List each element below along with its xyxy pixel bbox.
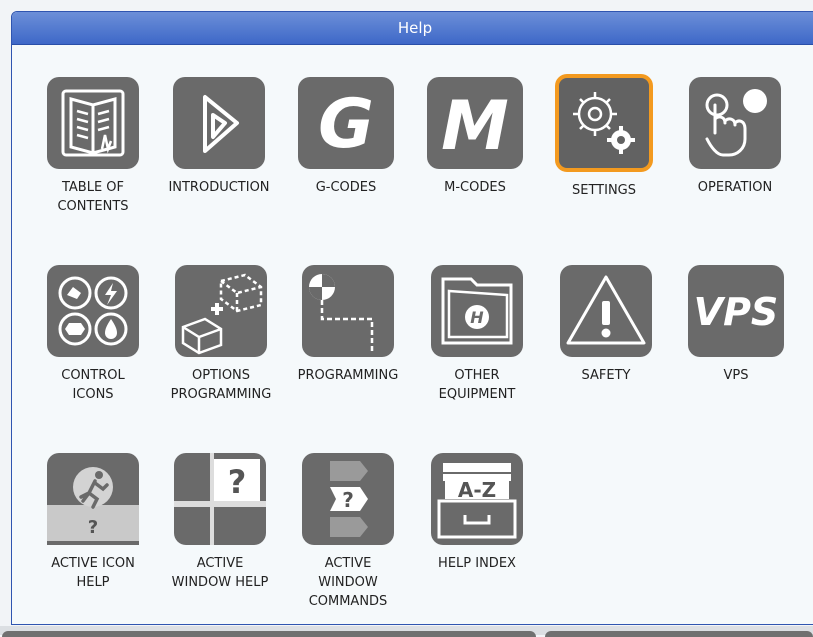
tile-label: SETTINGS <box>571 183 636 198</box>
tile-label: VPS <box>723 368 749 383</box>
tile-active-window-help[interactable]: ? ACTIVE WINDOW HELP <box>160 453 280 592</box>
warning-icon <box>560 265 652 357</box>
tile-label: PROGRAMMING <box>297 368 399 383</box>
question-glyph: ? <box>88 517 98 538</box>
tile-options-programming[interactable]: OPTIONS PROGRAMMING <box>161 265 281 404</box>
tile-label: HELP INDEX <box>438 556 516 571</box>
tile-m-codes[interactable]: M M-CODES <box>415 77 535 197</box>
book-icon <box>47 77 139 169</box>
tile-vps[interactable]: VPS VPS <box>676 265 796 385</box>
gears-icon <box>555 74 653 172</box>
m-glyph: M <box>441 87 509 166</box>
svg-text:H: H <box>470 308 484 327</box>
bottom-panel-right <box>545 631 813 637</box>
tile-operation[interactable]: OPERATION <box>675 77 795 197</box>
tile-table-of-contents[interactable]: TABLE OF CONTENTS <box>33 77 153 216</box>
hand-pointer-icon <box>689 77 781 169</box>
tile-active-window-commands[interactable]: ? ACTIVE WINDOW COMMANDS <box>288 453 408 611</box>
tile-label: INTRODUCTION <box>168 180 270 195</box>
help-window: Help TABLE OF CONTENTS INTRODUCTION G G-… <box>11 11 813 625</box>
letter-m-icon: M <box>427 77 523 169</box>
tile-safety[interactable]: SAFETY <box>546 265 666 385</box>
tile-g-codes[interactable]: G G-CODES <box>286 77 406 197</box>
folder-logo-icon: H <box>431 265 523 357</box>
tile-introduction[interactable]: INTRODUCTION <box>159 77 279 197</box>
bottom-panel-tabs <box>0 626 813 637</box>
tile-active-icon-help[interactable]: ? ACTIVE ICON HELP <box>33 453 153 592</box>
tile-label: M-CODES <box>444 180 506 195</box>
control-icons-grid-icon <box>47 265 139 357</box>
tile-settings[interactable]: SETTINGS <box>544 74 664 200</box>
tile-label: OPTIONS PROGRAMMING <box>170 368 272 402</box>
bottom-panel-left <box>2 631 536 637</box>
tile-programming[interactable]: PROGRAMMING <box>288 265 408 385</box>
tile-label: ACTIVE WINDOW COMMANDS <box>308 556 388 609</box>
window-title: Help <box>12 12 813 45</box>
question-glyph: ? <box>342 488 354 512</box>
g-glyph: G <box>318 85 374 164</box>
tile-control-icons[interactable]: CONTROL ICONS <box>33 265 153 404</box>
az-glyph: A-Z <box>458 478 496 502</box>
question-glyph: ? <box>228 463 247 501</box>
letter-g-icon: G <box>298 77 394 169</box>
tile-label: ACTIVE ICON HELP <box>51 556 135 590</box>
window-question-icon: ? <box>174 453 266 545</box>
tile-label: CONTROL ICONS <box>61 368 125 402</box>
tile-help-index[interactable]: A-Z HELP INDEX <box>417 453 537 573</box>
vps-glyph: VPS <box>694 290 779 334</box>
tile-label: TABLE OF CONTENTS <box>57 180 129 214</box>
tile-label: G-CODES <box>315 180 377 195</box>
tile-label: ACTIVE WINDOW HELP <box>171 556 269 590</box>
tile-other-equipment[interactable]: H OTHER EQUIPMENT <box>417 265 537 404</box>
boxes-icon <box>175 265 267 357</box>
running-man-icon: ? <box>47 453 139 545</box>
path-icon <box>302 265 394 357</box>
vps-text-icon: VPS <box>688 265 784 357</box>
command-stack-icon: ? <box>302 453 394 545</box>
tile-label: OTHER EQUIPMENT <box>438 368 516 402</box>
tile-label: OPERATION <box>697 180 773 195</box>
tile-label: SAFETY <box>581 368 631 383</box>
play-triangle-icon <box>173 77 265 169</box>
a-z-drawer-icon: A-Z <box>431 453 523 545</box>
